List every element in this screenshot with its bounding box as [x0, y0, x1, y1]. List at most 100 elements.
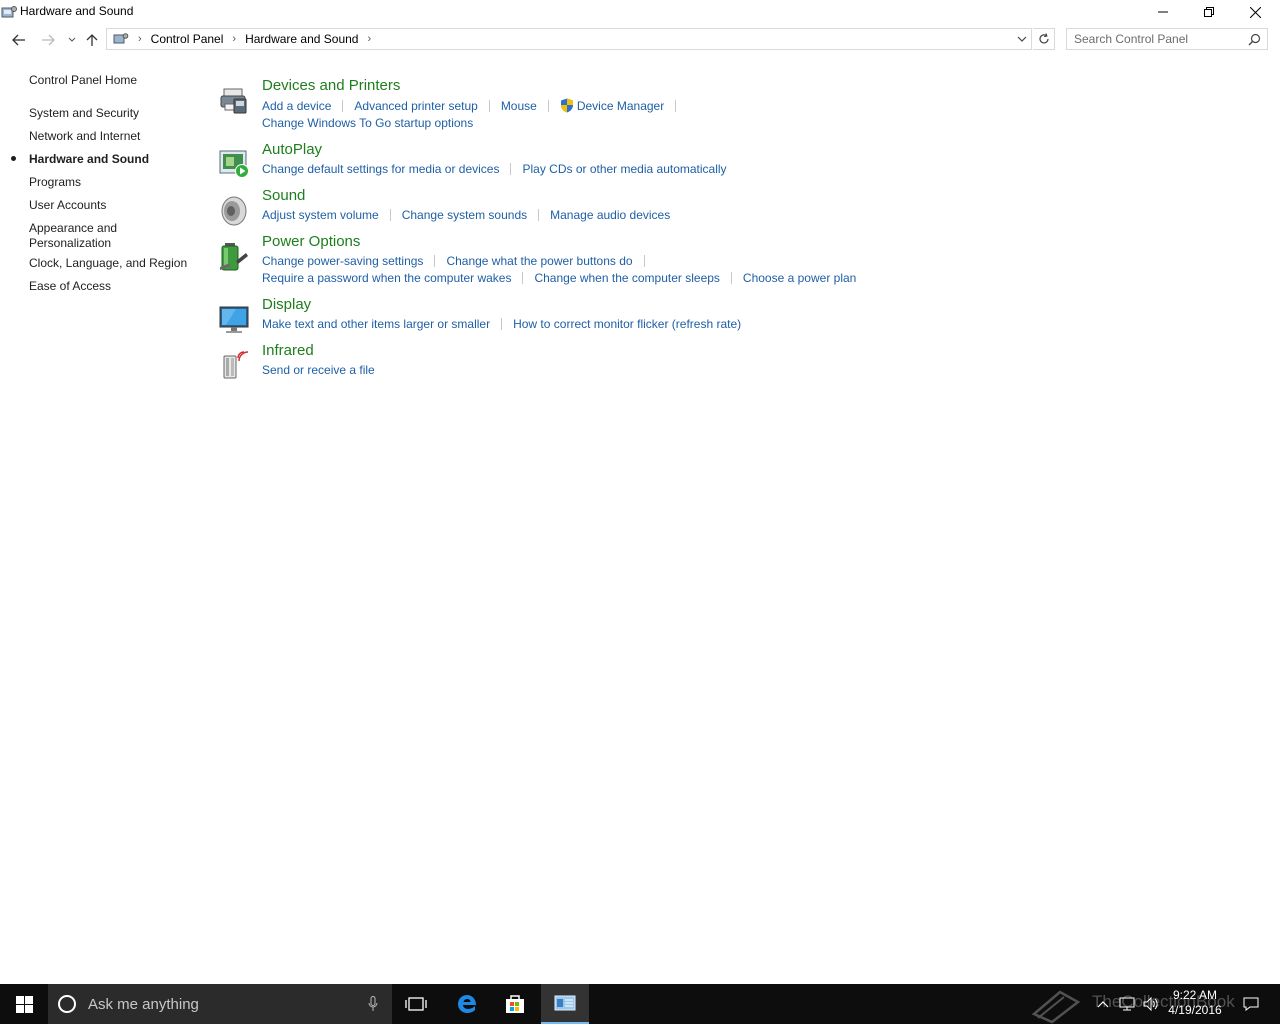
title-bar: Hardware and Sound	[0, 0, 1280, 24]
change-when-computer-sleeps-link[interactable]: Change when the computer sleeps	[534, 271, 719, 285]
link-separator	[389, 209, 391, 221]
network-tray-button[interactable]	[1116, 984, 1138, 1024]
breadcrumb-hardware-and-sound[interactable]: Hardware and Sound	[245, 32, 358, 46]
store-icon	[506, 995, 524, 1013]
link-separator	[538, 209, 540, 221]
breadcrumb-control-panel[interactable]: Control Panel	[151, 32, 224, 46]
require-password-on-wake-link[interactable]: Require a password when the computer wak…	[262, 271, 511, 285]
cortana-search-placeholder: Ask me anything	[88, 996, 199, 1013]
category-title[interactable]: Display	[262, 296, 311, 313]
back-arrow-icon	[12, 34, 25, 46]
autoplay-icon	[219, 150, 249, 178]
task-view-icon	[405, 997, 427, 1011]
minimize-icon	[1158, 11, 1168, 13]
link-separator	[522, 272, 524, 284]
link-row: Change default settings for media or dev…	[262, 162, 727, 176]
restore-button[interactable]	[1186, 0, 1232, 24]
notification-icon	[1243, 997, 1259, 1011]
manage-audio-devices-link[interactable]: Manage audio devices	[550, 208, 670, 222]
book-icon	[1031, 990, 1081, 1024]
active-bullet-icon	[11, 156, 16, 161]
sidebar-item-appearance-and-personalization[interactable]: Appearance and Personalization	[29, 221, 139, 251]
choose-power-plan-link[interactable]: Choose a power plan	[743, 271, 856, 285]
forward-arrow-icon	[42, 34, 55, 46]
minimize-button[interactable]	[1140, 0, 1186, 24]
close-icon	[1249, 6, 1261, 18]
change-default-settings-link[interactable]: Change default settings for media or dev…	[262, 162, 499, 176]
sidebar-item-programs[interactable]: Programs	[29, 175, 81, 190]
link-separator	[342, 99, 344, 112]
category-title[interactable]: Infrared	[262, 342, 314, 359]
breadcrumb-separator-icon[interactable]: ›	[367, 33, 371, 45]
link-row: Make text and other items larger or smal…	[262, 317, 741, 331]
action-center-button[interactable]	[1238, 984, 1264, 1024]
restore-icon	[1204, 7, 1214, 17]
category-title[interactable]: Power Options	[262, 233, 360, 250]
sidebar-item-network-and-internet[interactable]: Network and Internet	[29, 129, 140, 144]
link-separator	[501, 318, 503, 330]
chevron-down-icon	[68, 37, 76, 42]
shield-icon	[560, 98, 573, 113]
task-view-button[interactable]	[392, 984, 440, 1024]
link-row: Change power-saving settings Change what…	[262, 254, 656, 268]
advanced-printer-setup-link[interactable]: Advanced printer setup	[354, 99, 477, 113]
chevron-down-icon[interactable]	[1015, 32, 1029, 46]
taskbar: Ask me anything TheCollectionBook 9:22 A…	[0, 984, 1280, 1024]
breadcrumb-separator-icon[interactable]: ›	[232, 33, 236, 45]
address-bar[interactable]: › Control Panel › Hardware and Sound ›	[106, 28, 1032, 50]
link-separator	[434, 255, 436, 267]
category-title[interactable]: Devices and Printers	[262, 77, 400, 94]
link-separator	[547, 99, 549, 112]
adjust-system-volume-link[interactable]: Adjust system volume	[262, 208, 379, 222]
microphone-icon[interactable]	[368, 996, 378, 1012]
cortana-search-box[interactable]: Ask me anything	[48, 984, 392, 1024]
start-button[interactable]	[0, 984, 48, 1024]
windows-logo-icon	[15, 995, 33, 1013]
control-panel-icon	[1, 6, 17, 18]
device-manager-link[interactable]: Device Manager	[577, 99, 664, 113]
sidebar-item-hardware-and-sound[interactable]: Hardware and Sound	[29, 152, 149, 167]
refresh-button[interactable]	[1033, 28, 1055, 50]
monitor-icon	[219, 306, 249, 333]
up-button[interactable]	[81, 29, 103, 51]
taskbar-clock[interactable]: 9:22 AM 4/19/2016	[1160, 988, 1230, 1018]
category-title[interactable]: AutoPlay	[262, 141, 322, 158]
volume-tray-button[interactable]	[1140, 984, 1162, 1024]
send-or-receive-file-link[interactable]: Send or receive a file	[262, 363, 375, 377]
sidebar-item-ease-of-access[interactable]: Ease of Access	[29, 279, 111, 294]
play-cds-automatically-link[interactable]: Play CDs or other media automatically	[522, 162, 726, 176]
sidebar-item-system-and-security[interactable]: System and Security	[29, 106, 139, 121]
change-power-buttons-link[interactable]: Change what the power buttons do	[446, 254, 632, 268]
sidebar-item-control-panel-home[interactable]: Control Panel Home	[29, 73, 137, 88]
search-icon[interactable]	[1248, 33, 1261, 46]
control-panel-taskbar-button[interactable]	[541, 984, 589, 1024]
change-windows-to-go-startup-options-link[interactable]: Change Windows To Go startup options	[262, 116, 473, 130]
edge-taskbar-button[interactable]	[443, 984, 491, 1024]
correct-monitor-flicker-link[interactable]: How to correct monitor flicker (refresh …	[513, 317, 741, 331]
breadcrumb-separator-icon[interactable]: ›	[138, 33, 142, 45]
category-title[interactable]: Sound	[262, 187, 305, 204]
recent-locations-button[interactable]	[61, 29, 83, 51]
close-button[interactable]	[1232, 0, 1278, 24]
show-hidden-icons-button[interactable]	[1092, 984, 1114, 1024]
edge-icon	[458, 995, 476, 1013]
back-button[interactable]	[8, 29, 30, 51]
speaker-icon	[221, 196, 247, 226]
battery-icon	[220, 243, 248, 271]
search-input[interactable]	[1074, 32, 1244, 46]
change-system-sounds-link[interactable]: Change system sounds	[402, 208, 527, 222]
refresh-icon	[1038, 33, 1049, 44]
make-text-larger-link[interactable]: Make text and other items larger or smal…	[262, 317, 490, 331]
sidebar-item-clock-language-region[interactable]: Clock, Language, and Region	[29, 256, 187, 271]
sidebar-item-user-accounts[interactable]: User Accounts	[29, 198, 106, 213]
link-row: Require a password when the computer wak…	[262, 271, 856, 285]
window-title: Hardware and Sound	[20, 4, 134, 18]
add-a-device-link[interactable]: Add a device	[262, 99, 331, 113]
store-taskbar-button[interactable]	[491, 984, 539, 1024]
forward-button[interactable]	[37, 29, 59, 51]
link-separator	[643, 255, 645, 267]
change-power-saving-settings-link[interactable]: Change power-saving settings	[262, 254, 423, 268]
link-separator	[675, 99, 677, 112]
search-box[interactable]	[1066, 28, 1268, 50]
mouse-link[interactable]: Mouse	[501, 99, 537, 113]
